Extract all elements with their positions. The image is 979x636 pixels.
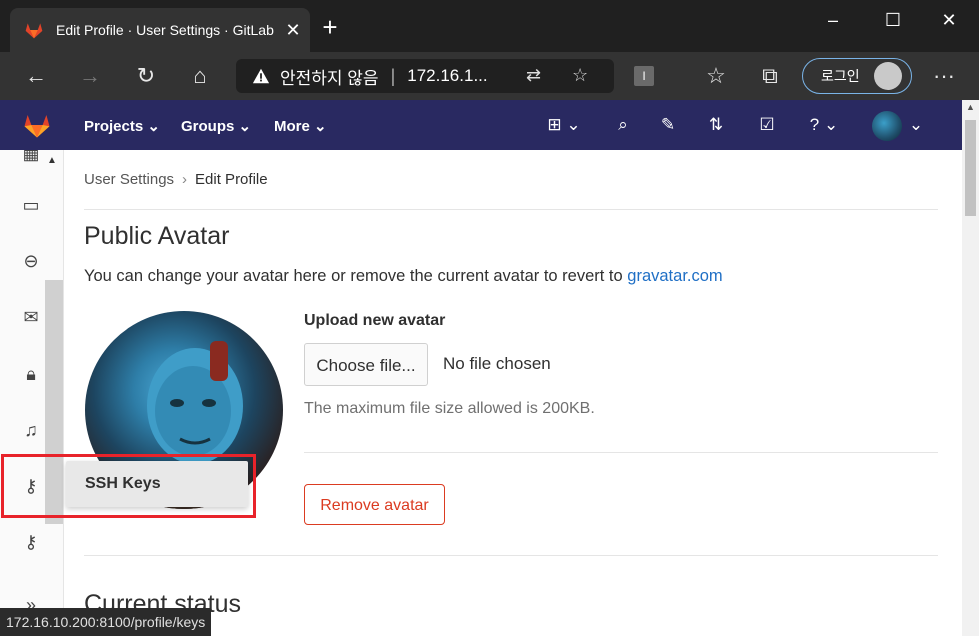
nav-projects[interactable]: Projects ⌄	[84, 117, 160, 135]
nav-more[interactable]: More ⌄	[274, 117, 327, 135]
avatar-description-text: You can change your avatar here or remov…	[84, 267, 628, 285]
nav-more-label: More	[274, 118, 310, 135]
divider	[304, 452, 938, 453]
profile-login-button[interactable]: 로그인	[802, 58, 912, 94]
remove-avatar-button[interactable]: Remove avatar	[304, 484, 445, 525]
refresh-icon[interactable]: ↻	[130, 60, 162, 92]
chevron-down-icon: ⌄	[238, 118, 252, 135]
translate-icon[interactable]: ⇄	[526, 65, 541, 86]
gravatar-link[interactable]: gravatar.com	[627, 267, 722, 285]
new-item-dropdown-icon[interactable]: ⊞ ⌄	[540, 113, 588, 137]
nav-groups[interactable]: Groups ⌄	[181, 117, 251, 135]
browser-toolbar: ← → ↻ ⌂ 안전하지 않음 | 172.16.1... ⇄ ☆ I ☆ ⧉ …	[0, 52, 979, 100]
window-close-icon[interactable]: ✕	[934, 10, 964, 30]
help-dropdown-icon[interactable]: ? ⌄	[800, 113, 848, 137]
email-icon[interactable]: ✉	[18, 304, 44, 330]
login-label: 로그인	[821, 68, 860, 84]
favorites-icon[interactable]: ☆	[700, 60, 732, 92]
home-icon[interactable]: ⌂	[184, 60, 216, 92]
scroll-up-icon[interactable]: ▲	[962, 102, 979, 116]
tab-close-icon[interactable]: ✕	[282, 20, 304, 41]
chat-icon[interactable]: ▭	[18, 192, 44, 218]
avatar-description: You can change your avatar here or remov…	[84, 267, 723, 286]
search-icon[interactable]: ⌕	[611, 113, 635, 137]
breadcrumb: User Settings › Edit Profile	[84, 171, 268, 188]
breadcrumb-edit-profile[interactable]: Edit Profile	[195, 171, 268, 188]
security-warning-text: 안전하지 않음	[280, 68, 379, 88]
nav-projects-label: Projects	[84, 118, 144, 135]
applications-icon[interactable]: ▦	[18, 150, 44, 162]
no-file-chosen-text: No file chosen	[443, 354, 551, 373]
todos-icon[interactable]: ☑	[755, 113, 779, 137]
issues-icon[interactable]: ✎	[656, 113, 680, 137]
gitlab-favicon-icon	[25, 23, 43, 39]
merge-requests-icon[interactable]: ⇅	[704, 113, 728, 137]
forward-icon[interactable]: →	[74, 60, 106, 92]
collections-icon[interactable]: ⧉	[754, 60, 786, 92]
chevron-right-icon: ›	[182, 171, 188, 188]
address-bar[interactable]: 안전하지 않음 | 172.16.1... ⇄ ☆	[236, 59, 614, 93]
maximize-icon[interactable]: ☐	[878, 10, 908, 30]
browser-tab[interactable]: Edit Profile · User Settings · GitLab ✕	[10, 8, 310, 52]
link-preview-statusbar: 172.16.10.200:8100/profile/keys	[0, 608, 212, 636]
choose-file-button[interactable]: Choose file...	[304, 343, 428, 386]
profile-avatar-icon	[873, 62, 902, 90]
chevron-down-icon: ⌄	[314, 118, 327, 135]
chevron-down-icon[interactable]: ⌄	[904, 113, 928, 137]
tab-title: Edit Profile · User Settings · GitLab	[56, 22, 274, 38]
scrollbar-thumb[interactable]	[965, 120, 976, 216]
notifications-icon[interactable]: ♫	[18, 417, 44, 443]
divider	[84, 209, 938, 210]
highlight-box	[1, 454, 256, 518]
warning-icon	[252, 68, 270, 84]
breadcrumb-user-settings[interactable]: User Settings	[84, 171, 174, 188]
nav-groups-label: Groups	[181, 118, 235, 135]
gpg-key-icon[interactable]: ⚷	[18, 529, 44, 555]
address-divider: |	[390, 65, 396, 86]
extension-icon[interactable]: I	[634, 66, 654, 86]
more-options-icon[interactable]: ···	[928, 60, 960, 92]
favorite-star-icon[interactable]: ☆	[572, 65, 588, 86]
gitlab-logo-icon[interactable]	[22, 110, 52, 140]
minimize-icon[interactable]: –	[818, 10, 848, 30]
url-text: 172.16.1...	[407, 66, 488, 85]
chevron-down-icon: ⌄	[147, 118, 160, 135]
max-file-size-hint: The maximum file size allowed is 200KB.	[304, 400, 595, 417]
divider	[84, 555, 938, 556]
upload-avatar-label: Upload new avatar	[304, 312, 446, 329]
lock-icon[interactable]: 🔒︎	[18, 361, 44, 387]
token-icon[interactable]: ⊖	[18, 248, 44, 274]
new-tab-icon[interactable]: +	[318, 14, 342, 40]
back-icon[interactable]: ←	[20, 60, 52, 92]
user-avatar[interactable]	[872, 111, 902, 141]
public-avatar-heading: Public Avatar	[84, 222, 230, 250]
sidebar-scroll-up-icon[interactable]: ▲	[47, 155, 57, 166]
